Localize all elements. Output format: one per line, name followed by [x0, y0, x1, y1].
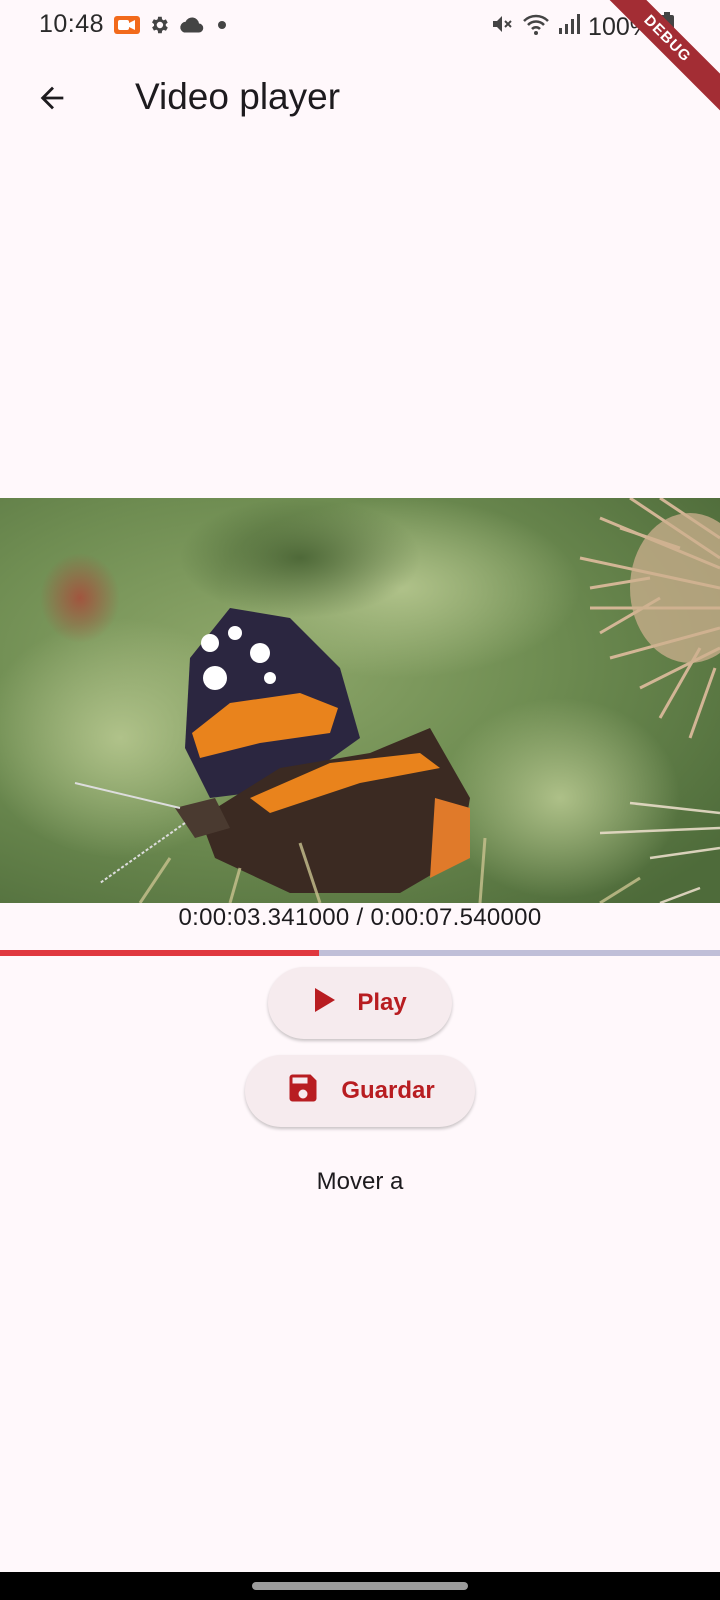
status-time: 10:48 [39, 10, 105, 38]
video-camera-icon [114, 15, 140, 40]
save-button[interactable]: Guardar [245, 1055, 475, 1127]
app-bar: Video player [0, 52, 720, 148]
arrow-left-icon [35, 81, 69, 120]
back-button[interactable] [26, 74, 78, 126]
cloud-icon [178, 16, 204, 39]
video-player[interactable] [0, 498, 720, 903]
play-icon [313, 987, 337, 1020]
floppy-disk-icon [285, 1070, 321, 1113]
navigation-bar [0, 1572, 720, 1600]
progress-fill [0, 950, 319, 956]
time-readout: 0:00:03.341000 / 0:00:07.540000 [178, 904, 542, 931]
status-icons-left [114, 14, 232, 41]
home-gesture-handle[interactable] [252, 1582, 468, 1590]
move-to-label: Mover a [316, 1168, 404, 1195]
save-button-label: Guardar [341, 1077, 435, 1104]
page-title: Video player [135, 76, 341, 117]
wifi-icon [522, 12, 550, 43]
progress-bar[interactable] [0, 950, 720, 956]
dot-icon [212, 15, 232, 40]
video-frame-image [0, 498, 720, 903]
play-button[interactable]: Play [268, 967, 452, 1039]
signal-icon [558, 13, 581, 42]
status-bar: 10:48 100% DEBUG [0, 0, 720, 116]
play-button-label: Play [357, 989, 407, 1016]
mute-icon [490, 12, 514, 43]
gear-icon [148, 14, 170, 41]
